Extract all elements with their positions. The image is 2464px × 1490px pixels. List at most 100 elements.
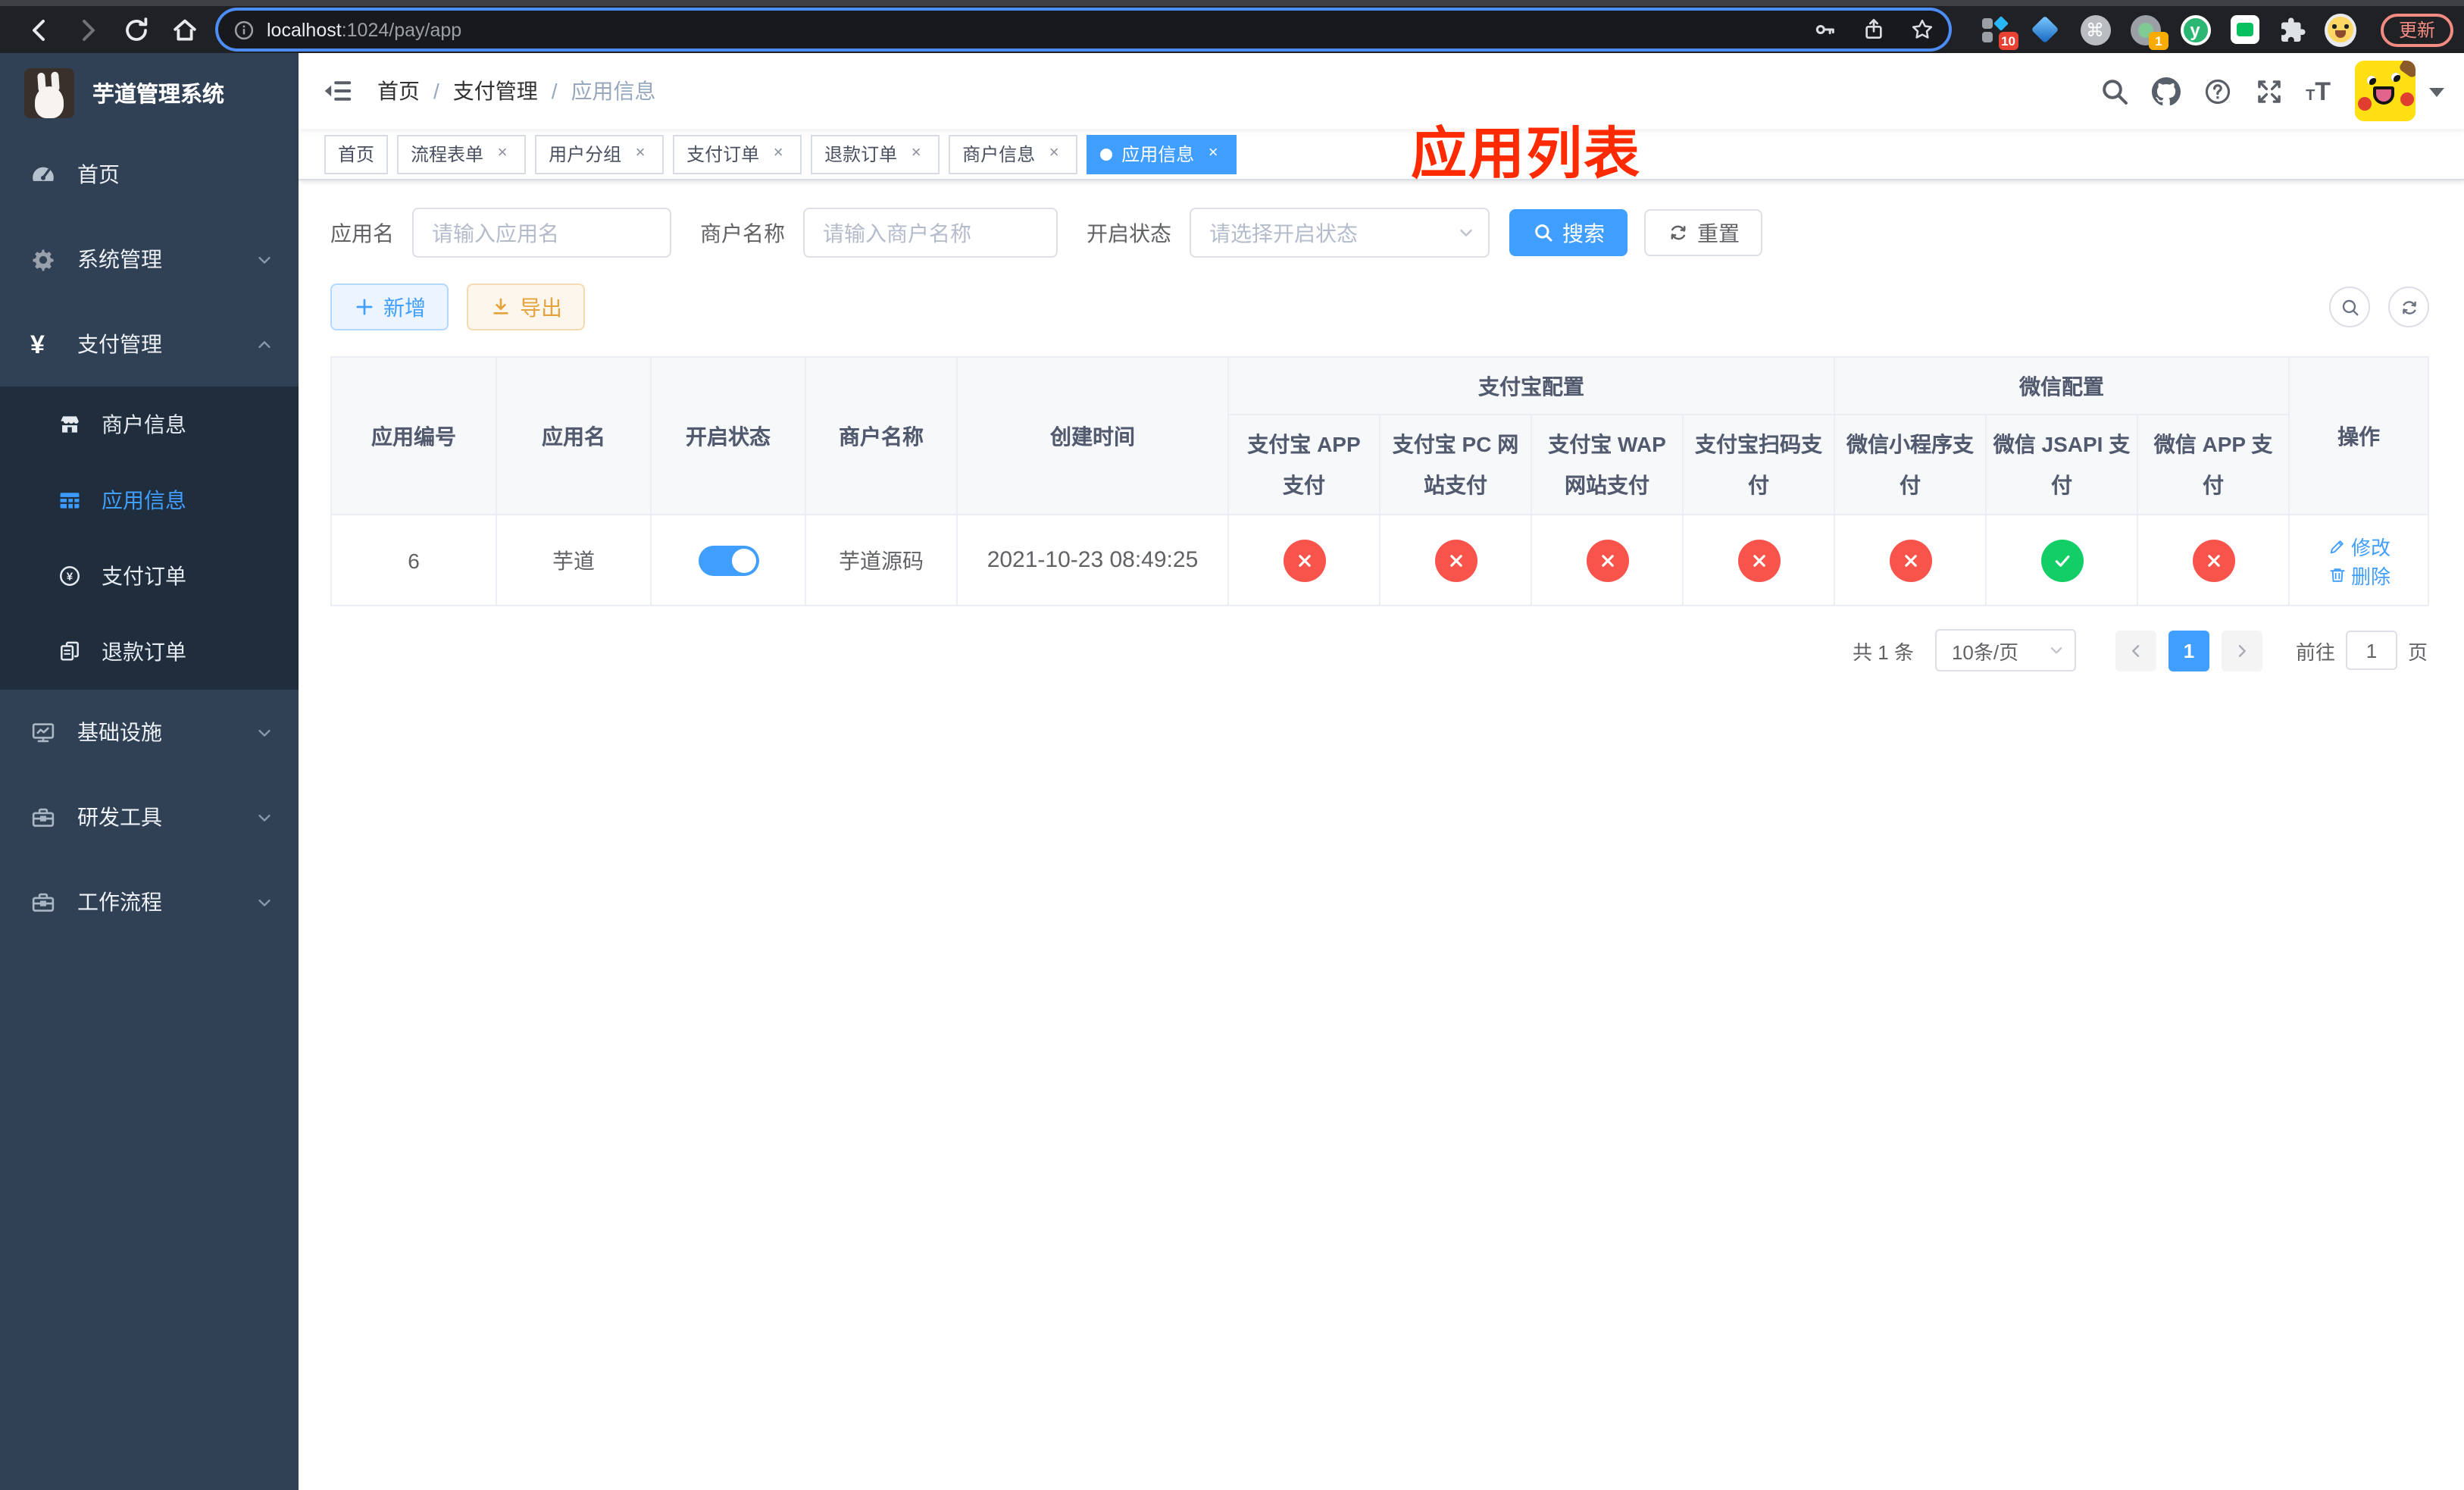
- tab-refund-order[interactable]: 退款订单 ×: [811, 134, 940, 174]
- sidebar-item-pay-order[interactable]: ¥ 支付订单: [0, 538, 299, 614]
- yen-icon: ¥: [30, 330, 45, 358]
- status-select-input[interactable]: [1190, 208, 1490, 258]
- add-button[interactable]: 新增: [330, 283, 449, 330]
- app-name-input[interactable]: [412, 208, 671, 258]
- table-row: 6 芋道 芋道源码 2021-10-23 08:49:25 修改 删除: [330, 514, 2430, 607]
- delete-link[interactable]: 删除: [2327, 560, 2391, 589]
- app-logo[interactable]: 芋道管理系统: [0, 53, 299, 132]
- reset-button[interactable]: 重置: [1644, 209, 1762, 256]
- current-page-button[interactable]: 1: [2168, 630, 2209, 671]
- github-icon[interactable]: [2151, 77, 2181, 105]
- table-toolbar: 新增 导出: [330, 283, 2430, 330]
- browser-reload-icon[interactable]: [123, 16, 150, 43]
- refresh-button[interactable]: [2388, 286, 2430, 327]
- status-label: 开启状态: [1087, 221, 1171, 245]
- col-group-alipay: 支付宝配置: [1227, 356, 1835, 415]
- help-icon[interactable]: [2203, 77, 2231, 105]
- password-key-icon[interactable]: [1814, 18, 1837, 41]
- merchant-name-input[interactable]: [803, 208, 1058, 258]
- col-created: 创建时间: [956, 355, 1229, 516]
- export-button[interactable]: 导出: [467, 283, 585, 330]
- url-text[interactable]: localhost:1024/pay/app: [267, 19, 1788, 40]
- extension-grid-icon[interactable]: 10: [1979, 14, 2018, 50]
- cell-app-name: 芋道: [496, 514, 652, 607]
- tab-app-info[interactable]: 应用信息 ×: [1087, 134, 1237, 174]
- app-table: 应用编号 应用名 开启状态 商户名称 创建时间 支付宝配置 微信配置 操作 支付…: [330, 355, 2430, 607]
- font-size-icon[interactable]: TT: [2306, 78, 2331, 104]
- tab-user-group[interactable]: 用户分组 ×: [535, 134, 664, 174]
- sidebar-item-payment[interactable]: ¥ 支付管理: [0, 302, 299, 387]
- sidebar-item-app-info[interactable]: 应用信息: [0, 462, 299, 538]
- chevron-up-icon: [255, 334, 274, 354]
- search-button[interactable]: 搜索: [1509, 209, 1628, 256]
- status-select[interactable]: [1190, 208, 1490, 258]
- chevron-down-icon: [2047, 641, 2065, 659]
- extension-y-icon[interactable]: y: [2179, 14, 2211, 45]
- extension-command-icon[interactable]: ⌘: [2079, 14, 2111, 45]
- close-icon[interactable]: ×: [1203, 144, 1223, 164]
- browser-chrome: localhost:1024/pay/app 10 ⌘ 1 y 更新: [0, 0, 2464, 53]
- alipay-app-status: [1283, 539, 1325, 582]
- share-icon[interactable]: [1862, 18, 1885, 41]
- extension-proxy-icon[interactable]: 1: [2129, 14, 2169, 50]
- sidebar-item-infrastructure[interactable]: 基础设施: [0, 690, 299, 775]
- alipay-wap-status: [1586, 539, 1628, 582]
- status-toggle[interactable]: [698, 545, 758, 576]
- browser-forward-icon[interactable]: [74, 16, 102, 43]
- browser-home-icon[interactable]: [171, 16, 199, 43]
- sidebar-item-home[interactable]: 首页: [0, 132, 299, 217]
- bookmark-star-icon[interactable]: [1911, 18, 1934, 41]
- col-wechat-lite: 微信小程序支付: [1834, 413, 1987, 516]
- breadcrumb-payment[interactable]: 支付管理: [453, 76, 538, 106]
- sidebar-item-dev-tools[interactable]: 研发工具: [0, 775, 299, 859]
- close-icon[interactable]: ×: [1044, 144, 1064, 164]
- browser-update-button[interactable]: 更新: [2381, 13, 2454, 46]
- goto-label: 前往: [2295, 640, 2335, 664]
- breadcrumb-current: 应用信息: [571, 79, 656, 103]
- sidebar-item-label: 基础设施: [77, 720, 162, 744]
- sidebar-toggle-icon[interactable]: [323, 76, 353, 106]
- toggle-search-button[interactable]: [2329, 286, 2371, 327]
- page-size-select[interactable]: [1934, 629, 2076, 672]
- filter-form: 应用名 商户名称 开启状态 搜索 重置: [330, 208, 2429, 258]
- col-wechat-jsapi: 微信 JSAPI 支付: [1985, 413, 2138, 516]
- extension-badge: 1: [2149, 32, 2169, 50]
- next-page-button[interactable]: [2221, 630, 2262, 671]
- close-icon[interactable]: ×: [906, 144, 926, 164]
- document-copy-icon: [58, 640, 82, 664]
- sidebar: 芋道管理系统 首页 系统管理 ¥ 支付管理 商户信息 应用信息 ¥ 支付订单 退…: [0, 53, 299, 1490]
- chevron-down-icon: [255, 249, 274, 269]
- edit-link[interactable]: 修改: [2327, 531, 2391, 560]
- address-bar[interactable]: localhost:1024/pay/app: [218, 11, 1949, 49]
- close-icon[interactable]: ×: [768, 144, 788, 164]
- extension-chat-icon[interactable]: [2229, 14, 2261, 45]
- header-search-icon[interactable]: [2100, 77, 2128, 105]
- extension-gem-icon[interactable]: [2029, 14, 2061, 45]
- col-group-wechat: 微信配置: [1833, 356, 2290, 415]
- avatar-caret-icon[interactable]: [2429, 77, 2445, 105]
- tab-pay-order[interactable]: 支付订单 ×: [673, 134, 802, 174]
- sidebar-item-merchant-info[interactable]: 商户信息: [0, 387, 299, 462]
- user-avatar[interactable]: [2355, 61, 2416, 121]
- sidebar-item-system[interactable]: 系统管理: [0, 217, 299, 302]
- breadcrumb-home[interactable]: 首页: [377, 76, 420, 106]
- cell-created: 2021-10-23 08:49:25: [956, 514, 1229, 607]
- active-dot: [1100, 148, 1113, 160]
- wechat-app-status: [2192, 539, 2235, 582]
- site-info-icon[interactable]: [233, 19, 255, 40]
- tab-merchant-info[interactable]: 商户信息 ×: [949, 134, 1078, 174]
- sidebar-item-refund-order[interactable]: 退款订单: [0, 614, 299, 690]
- tab-process-form[interactable]: 流程表单 ×: [397, 134, 527, 174]
- tab-home[interactable]: 首页: [324, 134, 389, 174]
- browser-back-icon[interactable]: [26, 16, 53, 43]
- close-icon[interactable]: ×: [492, 144, 512, 164]
- sidebar-item-workflow[interactable]: 工作流程: [0, 859, 299, 944]
- fullscreen-icon[interactable]: [2254, 77, 2283, 105]
- browser-profile-avatar[interactable]: [2325, 13, 2356, 46]
- close-icon[interactable]: ×: [630, 144, 650, 164]
- pagination: 共 1 条 1 前往 页: [330, 629, 2428, 672]
- payment-submenu: 商户信息 应用信息 ¥ 支付订单 退款订单: [0, 387, 299, 690]
- prev-page-button[interactable]: [2115, 630, 2156, 671]
- goto-page-input[interactable]: [2345, 631, 2397, 671]
- extensions-puzzle-icon[interactable]: [2279, 16, 2306, 43]
